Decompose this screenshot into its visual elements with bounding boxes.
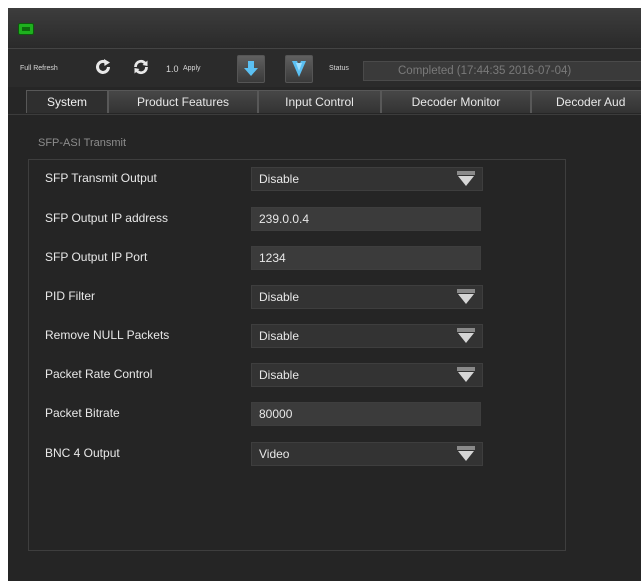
tab-system[interactable]: System — [26, 90, 108, 113]
pid-filter-value: Disable — [259, 290, 300, 304]
tab-bar: System Product Features Input Control De… — [8, 88, 641, 114]
apply-link[interactable]: Apply — [183, 65, 201, 72]
remove-null-packets-select[interactable]: Disable — [251, 324, 483, 348]
sfp-transmit-output-label: SFP Transmit Output — [45, 171, 157, 185]
app-window: Full Refresh 1.0 Apply Status Completed … — [8, 8, 641, 581]
status-field: Completed (17:44:35 2016-07-04) — [363, 61, 641, 81]
sfp-output-ip-port-field[interactable]: 1234 — [251, 246, 481, 270]
tab-product-features[interactable]: Product Features — [108, 90, 258, 113]
sfp-output-ip-address-label: SFP Output IP address — [45, 211, 168, 225]
section-title: SFP-ASI Transmit — [38, 137, 127, 149]
full-refresh-label: Full Refresh — [20, 65, 58, 72]
toolbar: Full Refresh 1.0 Apply Status Completed … — [8, 48, 641, 87]
pid-filter-select[interactable]: Disable — [251, 285, 483, 309]
chevron-down-icon[interactable] — [457, 446, 475, 462]
bnc-4-output-value: Video — [259, 447, 290, 461]
sfp-output-ip-address-field[interactable]: 239.0.0.4 — [251, 207, 481, 231]
bnc-4-output-select[interactable]: Video — [251, 442, 483, 466]
remove-null-packets-value: Disable — [259, 329, 300, 343]
bnc-4-output-label: BNC 4 Output — [45, 446, 120, 460]
sfp-transmit-output-select[interactable]: Disable — [251, 167, 483, 191]
tab-input-control[interactable]: Input Control — [258, 90, 381, 113]
content-panel: SFP-ASI Transmit SFP Transmit Output Dis… — [8, 114, 641, 581]
status-label: Status — [329, 65, 349, 72]
packet-rate-control-label: Packet Rate Control — [45, 367, 153, 381]
app-icon — [18, 23, 34, 35]
sfp-output-ip-port-label: SFP Output IP Port — [45, 250, 148, 264]
interval-label: 1.0 — [166, 64, 179, 74]
sfp-transmit-output-value: Disable — [259, 172, 300, 186]
tab-decoder-monitor[interactable]: Decoder Monitor — [381, 90, 531, 113]
download-all-icon — [292, 61, 306, 77]
chevron-down-icon[interactable] — [457, 328, 475, 344]
auto-refresh-icon[interactable] — [132, 58, 150, 76]
chevron-down-icon[interactable] — [457, 171, 475, 187]
title-bar — [8, 8, 641, 48]
pid-filter-label: PID Filter — [45, 289, 96, 303]
packet-bitrate-field[interactable]: 80000 — [251, 402, 481, 426]
refresh-icon[interactable] — [94, 58, 112, 76]
remove-null-packets-label: Remove NULL Packets — [45, 328, 170, 342]
chevron-down-icon[interactable] — [457, 367, 475, 383]
packet-bitrate-label: Packet Bitrate — [45, 406, 120, 420]
packet-rate-control-select[interactable]: Disable — [251, 363, 483, 387]
tab-decoder-audio[interactable]: Decoder Aud — [531, 90, 641, 113]
packet-rate-control-value: Disable — [259, 368, 300, 382]
chevron-down-icon[interactable] — [457, 289, 475, 305]
download-arrow-icon — [244, 61, 258, 76]
download-all-button[interactable] — [285, 55, 313, 83]
download-button[interactable] — [237, 55, 265, 83]
